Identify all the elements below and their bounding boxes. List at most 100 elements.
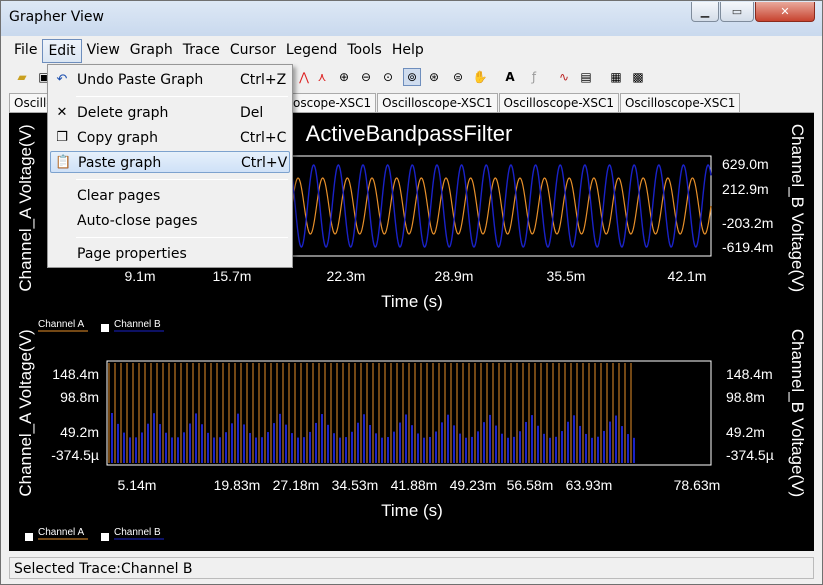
menu-undo-paste-graph[interactable]: ↶ Undo Paste Graph Ctrl+Z <box>50 69 290 91</box>
graph1-title: ActiveBandpassFilter <box>306 121 513 146</box>
graph1-xticks: 9.1m 15.7m 22.3m 28.9m 35.5m 42.1m <box>124 268 706 284</box>
menu-separator <box>76 96 288 97</box>
graph2-legend: Channel A Channel B <box>25 527 164 541</box>
menu-help[interactable]: Help <box>387 39 429 63</box>
graph1-xtick-label: 9.1m <box>124 268 155 284</box>
zoom-area-icon[interactable]: ⊙ <box>379 68 397 86</box>
pan-hand-icon[interactable]: ✋ <box>471 68 489 86</box>
graph2-xticks: 5.14m 19.83m 27.18m 34.53m 41.88m 49.23m 56.58… <box>118 477 721 493</box>
window-title: Grapher View <box>9 9 104 25</box>
menu-tools[interactable]: Tools <box>342 39 387 63</box>
graph2-xlabel: Time (s) <box>381 501 443 520</box>
graph2-traces[interactable] <box>108 363 635 463</box>
graph2-xtick-label: 34.53m <box>332 477 379 493</box>
graph2-legend-b: Channel B <box>114 527 161 538</box>
maximize-icon: ▭ <box>731 5 743 18</box>
graph2-xtick-label: 63.93m <box>566 477 613 493</box>
graph1-ytick-label: -619.4m <box>722 239 773 255</box>
menu-view[interactable]: View <box>82 39 125 63</box>
graph1-xtick-label: 15.7m <box>213 268 252 284</box>
graph2-ytick-label-right: -374.5µ <box>726 447 774 463</box>
minimize-icon: ▁ <box>700 5 710 18</box>
graph1-legend: Channel A Channel B <box>38 319 164 332</box>
menu-delete-graph[interactable]: ✕ Delete graph Del <box>50 102 290 124</box>
graph2-ytick-label-right: 98.8m <box>726 389 765 405</box>
graph2-ytick-label-left: 49.2m <box>60 424 99 440</box>
open-icon[interactable]: ▰ <box>13 68 31 86</box>
graph1-legend-b-checkbox[interactable] <box>101 324 109 332</box>
graph2-ytick-label-left: 148.4m <box>52 366 99 382</box>
graph1-xtick-label: 35.5m <box>547 268 586 284</box>
graph1-ylabel-right: Channel_B Voltage(V) <box>788 124 807 292</box>
graph2-legend-a: Channel A <box>38 527 84 538</box>
status-bar: Selected Trace:Channel B <box>9 557 814 579</box>
graph2-xtick-label: 5.14m <box>118 477 157 493</box>
close-button[interactable]: ✕ <box>755 2 815 22</box>
graph1-ytick-label: 629.0m <box>722 156 769 172</box>
text-icon[interactable]: A <box>501 68 519 86</box>
menu-cursor[interactable]: Cursor <box>225 39 281 63</box>
print-icon[interactable]: ▦ <box>607 68 625 86</box>
menu-separator <box>76 237 288 238</box>
export-icon[interactable]: ▤ <box>577 68 595 86</box>
trace-icon[interactable]: ⋀ <box>295 68 313 86</box>
tab-3[interactable]: Oscilloscope-XSC1 <box>377 93 498 112</box>
menu-clear-pages[interactable]: Clear pages <box>50 185 290 207</box>
graph2-ylabel-left: Channel_A Voltage(V) <box>16 329 35 496</box>
zoom-out-icon[interactable]: ⊖ <box>357 68 375 86</box>
graph2-xtick-label: 78.63m <box>674 477 721 493</box>
delete-icon: ✕ <box>56 105 68 120</box>
graph2-xtick-label: 41.88m <box>391 477 438 493</box>
chart-icon[interactable]: ∿ <box>555 68 573 86</box>
tab-4[interactable]: Oscilloscope-XSC1 <box>498 93 619 112</box>
menu-paste-graph[interactable]: 📋 Paste graph Ctrl+V <box>50 151 290 173</box>
close-icon: ✕ <box>780 5 790 18</box>
graph2-ytick-label-right: 49.2m <box>726 424 765 440</box>
graph1-yticks: 629.0m 212.9m -203.2m -619.4m <box>722 156 773 255</box>
graph2-ytick-label-left: 98.8m <box>60 389 99 405</box>
graph2-ylabel-right: Channel_B Voltage(V) <box>788 329 807 497</box>
menu-copy-graph[interactable]: ❐ Copy graph Ctrl+C <box>50 127 290 149</box>
markers-icon[interactable]: ⋏ <box>313 68 331 86</box>
minimize-button[interactable]: ▁ <box>691 2 719 22</box>
menu-separator <box>76 179 288 180</box>
menu-bar: File Edit View Graph Trace Cursor Legend… <box>9 39 814 63</box>
menu-edit[interactable]: Edit <box>42 39 82 63</box>
zoom-fit-icon[interactable]: ⊛ <box>425 68 443 86</box>
graph1-ytick-label: 212.9m <box>722 181 769 197</box>
graph1-xtick-label: 22.3m <box>327 268 366 284</box>
graph2-xtick-label: 49.23m <box>450 477 497 493</box>
tab-2[interactable]: oscope-XSC1 <box>288 93 377 112</box>
menu-page-properties[interactable]: Page properties <box>50 243 290 265</box>
zoom-data-icon[interactable]: ⊜ <box>449 68 467 86</box>
menu-file[interactable]: File <box>9 39 42 63</box>
paste-icon: 📋 <box>55 155 72 170</box>
graph2-legend-a-checkbox[interactable] <box>25 533 33 541</box>
function-icon[interactable]: ƒ <box>525 68 543 86</box>
graph1-ytick-label: -203.2m <box>722 215 773 231</box>
undo-icon: ↶ <box>56 72 68 87</box>
graph2-ytick-label-left: -374.5µ <box>51 447 99 463</box>
zoom-in-icon[interactable]: ⊕ <box>335 68 353 86</box>
zoom-full-icon[interactable]: ⊚ <box>403 68 421 86</box>
menu-legend[interactable]: Legend <box>281 39 342 63</box>
graph1-legend-a: Channel A <box>38 319 84 330</box>
graph1-legend-b: Channel B <box>114 319 161 330</box>
menu-graph[interactable]: Graph <box>125 39 178 63</box>
graph2-xtick-label: 19.83m <box>214 477 261 493</box>
graph1-xtick-label: 28.9m <box>435 268 474 284</box>
graph1-xlabel: Time (s) <box>381 292 443 311</box>
grapher-window: Grapher View ▁ ▭ ✕ File Edit View Graph … <box>0 0 823 585</box>
tab-5[interactable]: Oscilloscope-XSC1 <box>619 93 741 112</box>
graph2-xtick-label: 27.18m <box>273 477 320 493</box>
title-bar: Grapher View ▁ ▭ ✕ <box>1 1 822 36</box>
graph1-xtick-label: 42.1m <box>668 268 707 284</box>
properties-icon[interactable]: ▩ <box>629 68 647 86</box>
copy-icon: ❐ <box>56 130 68 145</box>
graph2-ytick-label-right: 148.4m <box>726 366 773 382</box>
menu-auto-close-pages[interactable]: Auto-close pages <box>50 210 290 232</box>
maximize-button[interactable]: ▭ <box>720 2 754 22</box>
graph2-legend-b-checkbox[interactable] <box>101 533 109 541</box>
menu-trace[interactable]: Trace <box>178 39 225 63</box>
graph1-ylabel-left: Channel_A Voltage(V) <box>16 124 35 291</box>
